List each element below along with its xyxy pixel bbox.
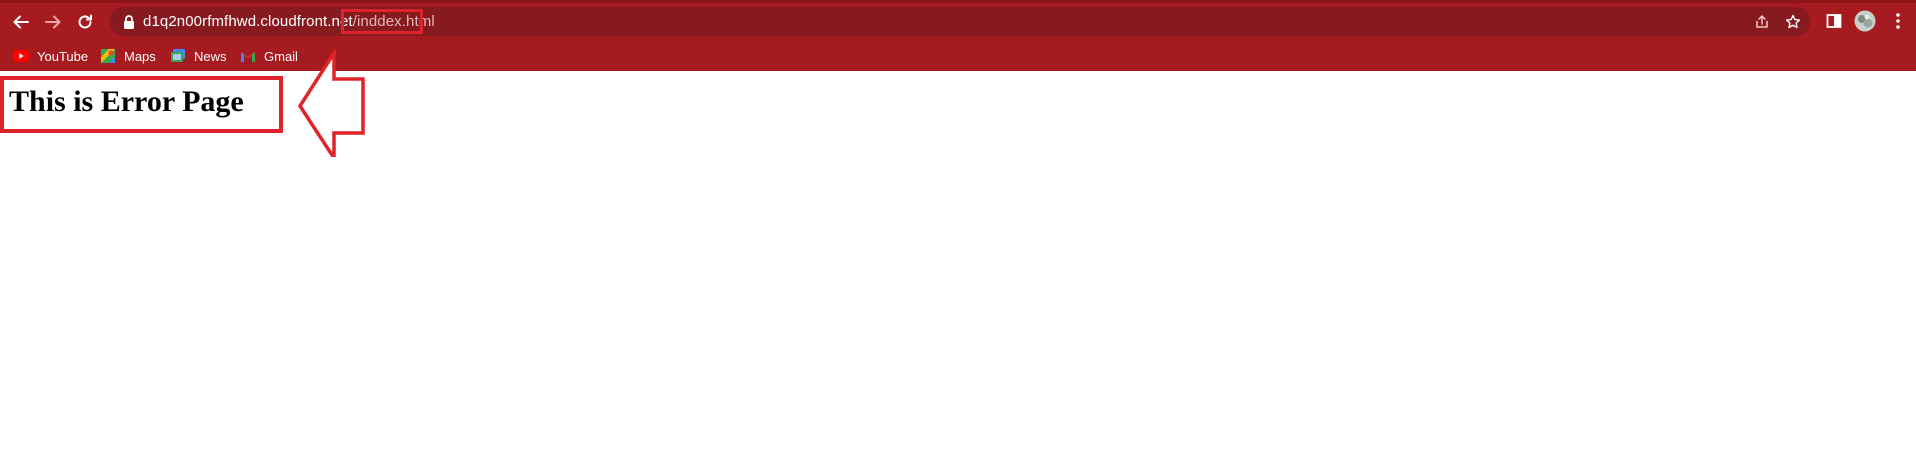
browser-chrome: d1q2n00rfmfhwd.cloudfront.net/inddex.htm… <box>0 0 1916 71</box>
bookmark-label: YouTube <box>37 48 89 64</box>
share-icon[interactable] <box>1754 14 1770 30</box>
bookmark-gmail[interactable]: Gmail <box>240 45 298 67</box>
page-content: This is Error Page <box>0 49 1916 472</box>
bookmark-label: News <box>194 48 227 64</box>
news-icon <box>170 48 186 64</box>
lock-icon <box>124 15 134 29</box>
bookmark-youtube[interactable]: YouTube <box>13 45 88 67</box>
reload-button[interactable] <box>72 9 98 35</box>
side-panel-button[interactable] <box>1823 10 1845 32</box>
back-arrow-icon <box>13 15 29 29</box>
back-button[interactable] <box>8 9 34 35</box>
url-path-highlight-box <box>341 9 423 34</box>
page-title: This is Error Page <box>9 85 244 118</box>
kebab-menu-icon <box>1896 13 1900 29</box>
reload-icon <box>78 14 92 29</box>
url-host: d1q2n00rfmfhwd.cloudfront.net <box>143 13 353 30</box>
bookmarks-bar: YouTube Maps News Gmail <box>0 42 1916 71</box>
bookmark-news[interactable]: News <box>170 45 227 67</box>
forward-arrow-icon <box>45 15 61 29</box>
bookmark-label: Maps <box>124 48 156 64</box>
bookmark-label: Gmail <box>264 48 298 64</box>
bookmark-maps[interactable]: Maps <box>100 45 156 67</box>
bookmark-star-icon[interactable] <box>1785 14 1801 30</box>
browser-toolbar: d1q2n00rfmfhwd.cloudfront.net/inddex.htm… <box>0 0 1916 42</box>
gmail-icon <box>240 48 256 64</box>
left-arrow-icon <box>298 49 365 157</box>
avatar <box>1854 10 1876 32</box>
youtube-icon <box>13 48 29 64</box>
forward-button[interactable] <box>40 9 66 35</box>
maps-icon <box>100 48 116 64</box>
browser-menu-button[interactable] <box>1887 10 1909 32</box>
side-panel-icon <box>1826 14 1842 28</box>
tab-strip-edge <box>0 0 1916 3</box>
profile-button[interactable] <box>1854 10 1876 32</box>
